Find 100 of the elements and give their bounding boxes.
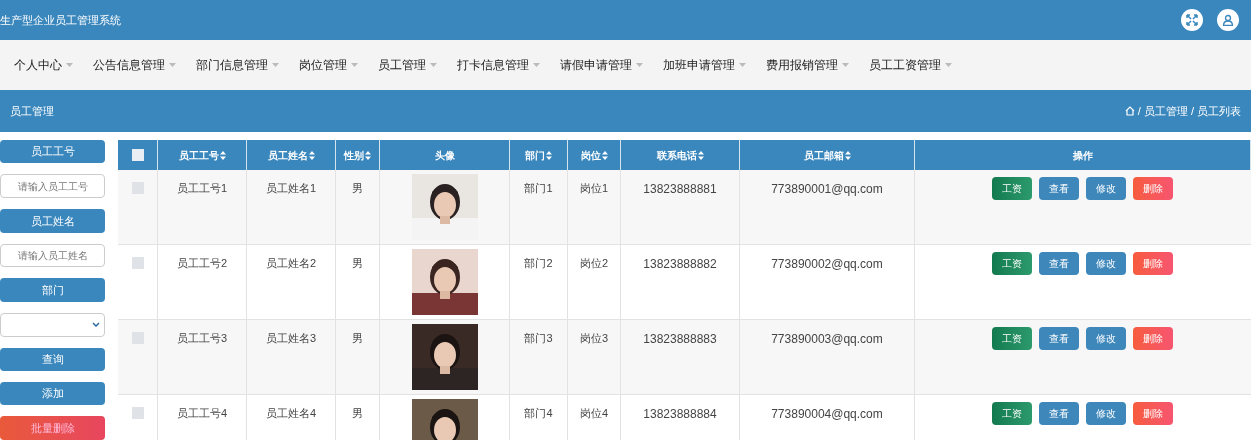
- user-icon: [1222, 14, 1234, 26]
- column-header[interactable]: 部门: [525, 147, 552, 163]
- table-cell-text: 13823888881: [643, 181, 717, 198]
- salary-button[interactable]: 工资: [991, 402, 1032, 425]
- column-header: 头像: [434, 148, 455, 163]
- checkbox[interactable]: [131, 149, 144, 161]
- checkbox[interactable]: [131, 332, 144, 344]
- sort-icon: [844, 150, 851, 160]
- nav-menu-item[interactable]: 个人中心: [14, 56, 73, 74]
- nav-menu-item[interactable]: 请假申请管理: [560, 56, 643, 74]
- column-header: 操作: [1072, 148, 1093, 163]
- edit-button[interactable]: 修改: [1085, 327, 1126, 350]
- breadcrumb-link[interactable]: / 员工列表: [1190, 102, 1241, 120]
- select-field[interactable]: [0, 312, 105, 337]
- fullscreen-button[interactable]: [1181, 9, 1203, 31]
- sort-icon: [219, 150, 226, 160]
- edit-button[interactable]: 修改: [1085, 402, 1126, 425]
- table-cell-text: 773890003@qq.com: [771, 331, 883, 348]
- home-icon[interactable]: [1124, 106, 1135, 116]
- delete-button[interactable]: 删除: [1132, 177, 1173, 200]
- table-cell-text: 员工姓名4: [265, 406, 317, 421]
- salary-button[interactable]: 工资: [991, 177, 1032, 200]
- column-header[interactable]: 员工工号: [178, 147, 226, 163]
- sort-icon: [365, 150, 371, 160]
- caret-icon: [945, 63, 952, 67]
- table-cell-text: 13823888883: [643, 331, 717, 348]
- checkbox[interactable]: [131, 182, 144, 194]
- page-title: 员工管理: [10, 103, 54, 119]
- delete-button[interactable]: 删除: [1132, 402, 1173, 425]
- caret-icon: [739, 63, 746, 67]
- view-button[interactable]: 查看: [1038, 177, 1079, 200]
- table-cell-text: 13823888884: [643, 406, 717, 423]
- edit-button[interactable]: 修改: [1085, 177, 1126, 200]
- table-cell-text: 773890002@qq.com: [771, 256, 883, 273]
- nav-menu-item[interactable]: 岗位管理: [299, 56, 358, 74]
- app-title: 生产型企业员工管理系统: [0, 12, 121, 28]
- table-cell-text: 男: [352, 331, 363, 346]
- caret-icon: [272, 63, 279, 67]
- caret-icon: [66, 63, 73, 67]
- table-cell-text: 773890004@qq.com: [771, 406, 883, 423]
- caret-icon: [533, 63, 540, 67]
- table-cell-text: 男: [352, 181, 363, 196]
- chevron-down-icon: [92, 322, 100, 328]
- sort-icon: [697, 150, 704, 160]
- nav-menu-item[interactable]: 部门信息管理: [196, 56, 279, 74]
- table-cell-text: 男: [352, 406, 363, 421]
- action-button[interactable]: 添加: [0, 382, 105, 406]
- table-cell-text: 员工工号2: [176, 256, 228, 271]
- checkbox[interactable]: [131, 407, 144, 419]
- table-cell-text: 13823888882: [643, 256, 717, 273]
- table-cell-text: 员工工号3: [176, 331, 228, 346]
- input-field[interactable]: 请输入员工工号: [0, 174, 105, 199]
- nav-menu-item[interactable]: 员工管理: [378, 56, 437, 74]
- sort-icon: [308, 150, 315, 160]
- table-cell-text: 部门1: [524, 181, 553, 196]
- batch-delete-button[interactable]: 批量删除: [0, 416, 105, 440]
- table-cell-text: 员工姓名1: [265, 181, 317, 196]
- view-button[interactable]: 查看: [1038, 252, 1079, 275]
- table-cell-text: 岗位4: [579, 406, 609, 421]
- table-cell-text: 男: [352, 256, 363, 271]
- breadcrumb-link[interactable]: / 员工管理: [1137, 102, 1188, 120]
- input-field[interactable]: 请输入员工姓名: [0, 243, 105, 268]
- delete-button[interactable]: 删除: [1132, 252, 1173, 275]
- table-cell-text: 部门3: [524, 331, 553, 346]
- caret-icon: [351, 63, 358, 67]
- table-cell-text: 773890001@qq.com: [771, 181, 883, 198]
- table-cell-text: 员工工号1: [176, 181, 228, 196]
- field-label: 部门: [0, 278, 105, 302]
- table-cell-text: 员工工号4: [176, 406, 228, 421]
- checkbox[interactable]: [131, 257, 144, 269]
- column-header[interactable]: 岗位: [580, 147, 608, 163]
- nav-menu-item[interactable]: 打卡信息管理: [457, 56, 540, 74]
- fullscreen-icon: [1186, 14, 1198, 26]
- table-cell-text: 岗位1: [579, 181, 609, 196]
- caret-icon: [169, 63, 176, 67]
- delete-button[interactable]: 删除: [1132, 327, 1173, 350]
- table-cell-text: 员工姓名3: [265, 331, 317, 346]
- nav-menu-item[interactable]: 加班申请管理: [663, 56, 746, 74]
- salary-button[interactable]: 工资: [991, 327, 1032, 350]
- nav-menu-item[interactable]: 员工工资管理: [869, 56, 952, 74]
- view-button[interactable]: 查看: [1038, 402, 1079, 425]
- edit-button[interactable]: 修改: [1085, 252, 1126, 275]
- user-button[interactable]: [1217, 9, 1239, 31]
- salary-button[interactable]: 工资: [991, 252, 1032, 275]
- sort-icon: [601, 150, 608, 160]
- caret-icon: [636, 63, 643, 67]
- column-header[interactable]: 员工邮箱: [803, 147, 851, 163]
- nav-menu-item[interactable]: 费用报销管理: [766, 56, 849, 74]
- field-label: 员工姓名: [0, 209, 105, 233]
- caret-icon: [430, 63, 437, 67]
- table-cell-text: 岗位3: [579, 331, 609, 346]
- table-cell-text: 部门4: [524, 406, 553, 421]
- nav-menu-item[interactable]: 公告信息管理: [93, 56, 176, 74]
- column-header[interactable]: 员工姓名: [267, 147, 315, 163]
- view-button[interactable]: 查看: [1038, 327, 1079, 350]
- caret-icon: [842, 63, 849, 67]
- action-button[interactable]: 查询: [0, 347, 105, 371]
- column-header[interactable]: 联系电话: [656, 147, 704, 163]
- column-header[interactable]: 性别: [344, 147, 371, 163]
- field-label: 员工工号: [0, 140, 105, 164]
